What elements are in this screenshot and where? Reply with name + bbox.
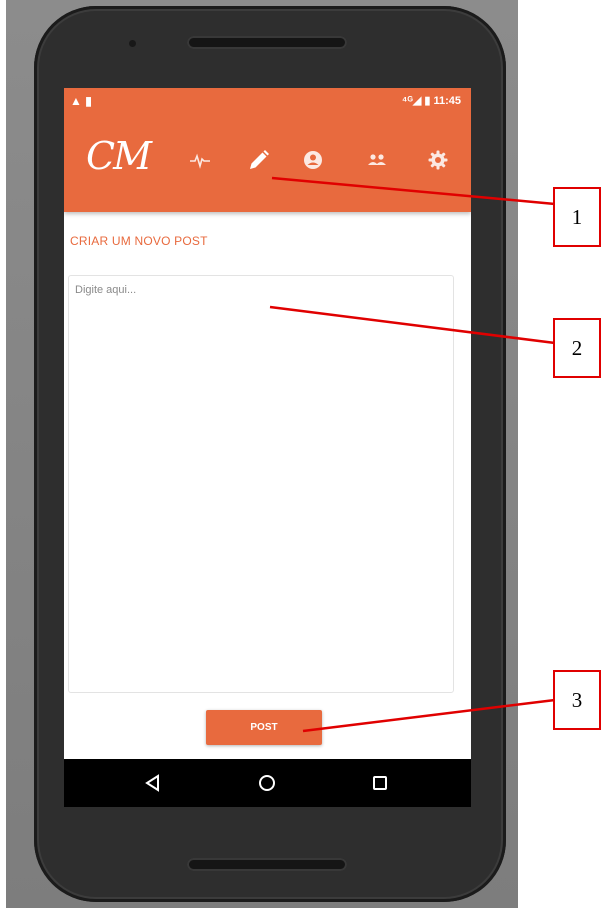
status-left-icons: ▲ ▮: [70, 94, 92, 108]
home-icon[interactable]: [257, 773, 277, 793]
settings-icon[interactable]: [426, 148, 450, 172]
group-icon[interactable]: [365, 148, 389, 172]
app-bar: ▲ ▮ ⁴ᴳ◢ ▮ 11:45 CM: [64, 88, 471, 212]
app-logo: CM: [86, 134, 152, 178]
front-camera: [129, 40, 136, 47]
toolbar: CM: [64, 128, 471, 198]
back-icon[interactable]: [143, 773, 163, 793]
callout-label-1: 1: [553, 187, 601, 247]
navigation-bar: [64, 759, 471, 807]
phone-screen: ▲ ▮ ⁴ᴳ◢ ▮ 11:45 CM CRIAR UM NOVO POST PO…: [64, 88, 471, 807]
pencil-icon[interactable]: [247, 148, 271, 172]
callout-label-3: 3: [553, 670, 601, 730]
earpiece-speaker: [187, 36, 347, 49]
account-icon[interactable]: [301, 148, 325, 172]
compose-title: CRIAR UM NOVO POST: [70, 234, 208, 248]
status-right-info: ⁴ᴳ◢ ▮ 11:45: [401, 95, 461, 107]
post-button[interactable]: POST: [206, 710, 322, 745]
recents-icon[interactable]: [370, 773, 390, 793]
status-bar: ▲ ▮ ⁴ᴳ◢ ▮ 11:45: [64, 88, 471, 114]
bottom-speaker: [187, 858, 347, 871]
pulse-icon[interactable]: [188, 148, 212, 172]
callout-label-2: 2: [553, 318, 601, 378]
post-text-input[interactable]: [68, 275, 454, 693]
